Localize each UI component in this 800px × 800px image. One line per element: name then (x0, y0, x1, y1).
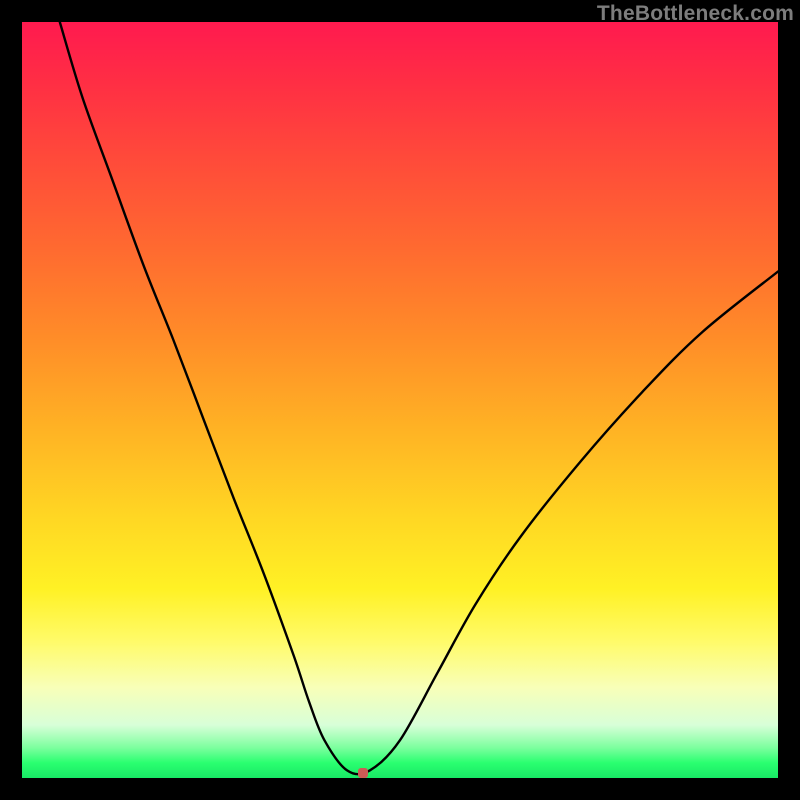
plot-area (22, 22, 778, 778)
optimal-point-marker (358, 768, 368, 778)
bottleneck-curve (22, 22, 778, 778)
chart-frame: TheBottleneck.com (0, 0, 800, 800)
